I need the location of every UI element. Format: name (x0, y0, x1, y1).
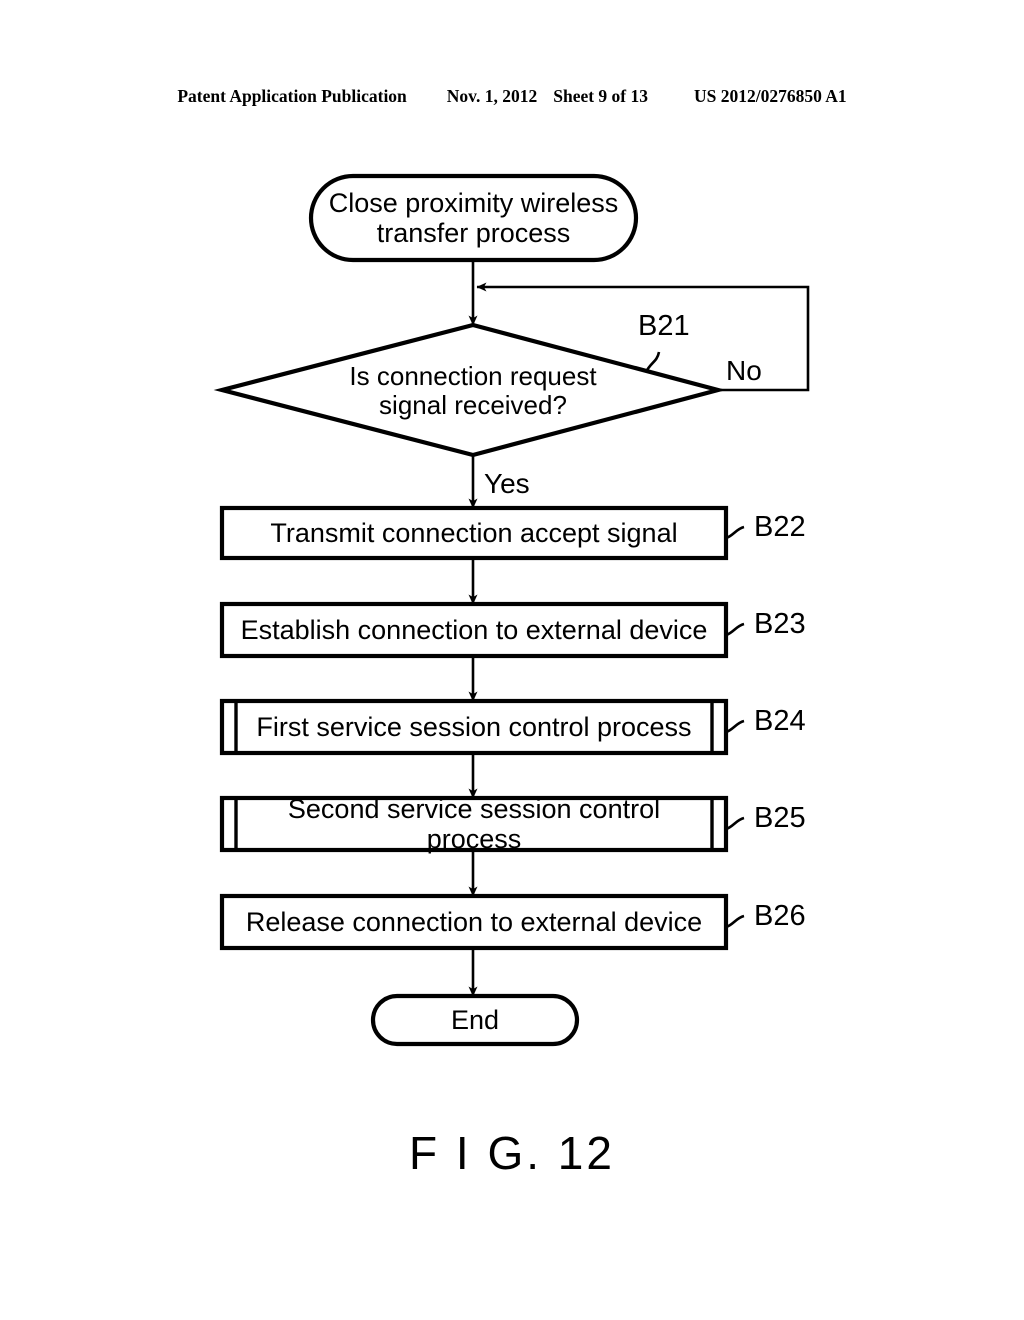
flowchart-svg (213, 173, 810, 1047)
ref-leader-b22 (725, 525, 745, 540)
process-box-b23-shape (219, 601, 729, 659)
subroutine-box-b25-shape (219, 795, 729, 853)
ref-label-b25: B25 (754, 802, 806, 834)
ref-leader-b26 (725, 914, 745, 929)
end-terminator-shape (370, 993, 580, 1047)
ref-label-b22: B22 (754, 511, 806, 543)
ref-leader-b21 (644, 351, 661, 373)
ref-label-b26: B26 (754, 900, 806, 932)
branch-label-yes: Yes (484, 468, 530, 499)
branch-label-no: No (726, 355, 762, 386)
figure-caption: F I G. 12 (409, 1127, 615, 1179)
flowchart-diagram: Close proximity wireless transfer proces… (0, 0, 1024, 1320)
ref-leader-b23 (725, 622, 745, 637)
process-box-b26-shape (219, 893, 729, 951)
decision-diamond-shape (213, 322, 727, 458)
ref-label-b23: B23 (754, 608, 806, 640)
start-terminator-shape (308, 173, 639, 263)
ref-leader-b25 (725, 816, 745, 831)
ref-label-b24: B24 (754, 705, 806, 737)
subroutine-box-b24-shape (219, 698, 729, 756)
process-box-b22-shape (219, 505, 729, 561)
ref-label-b21: B21 (638, 310, 690, 342)
ref-leader-b24 (725, 719, 745, 734)
